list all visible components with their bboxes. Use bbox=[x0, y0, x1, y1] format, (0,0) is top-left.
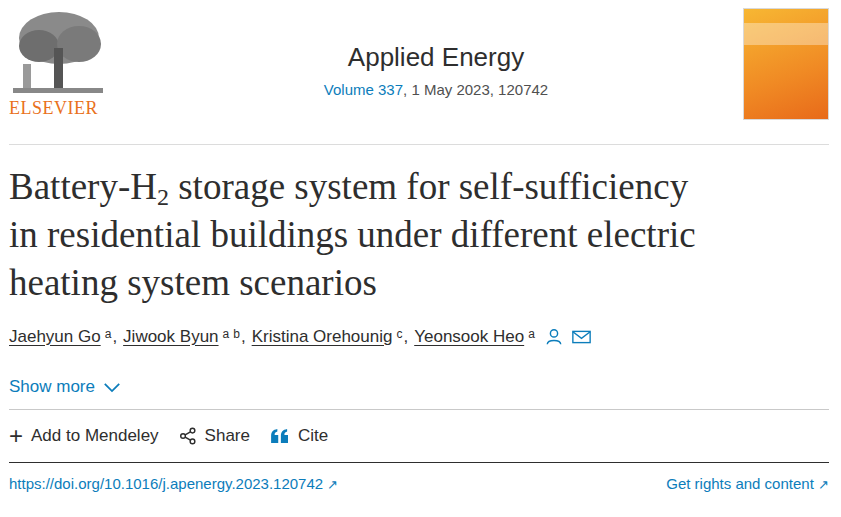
action-bar: +Add to Mendeley Share Cite bbox=[9, 410, 829, 462]
author-affiliation[interactable]: a bbox=[105, 327, 112, 341]
publisher-logo[interactable]: ELSEVIER bbox=[9, 8, 129, 144]
quote-icon bbox=[270, 428, 290, 444]
action-button[interactable]: Cite bbox=[270, 426, 328, 446]
action-button[interactable]: Share bbox=[179, 426, 250, 446]
author-name[interactable]: Jiwook Byun bbox=[123, 327, 218, 347]
tree-logo-icon bbox=[9, 8, 107, 96]
person-icon[interactable] bbox=[545, 328, 563, 346]
title-line: Battery-H2 storage system for self-suffi… bbox=[9, 163, 829, 211]
envelope-icon[interactable] bbox=[572, 330, 591, 344]
author-list: Jaehyun Goa,Jiwook Byunab,Kristina Oreho… bbox=[9, 327, 829, 347]
chevron-down-icon bbox=[103, 382, 121, 393]
author-name[interactable]: Jaehyun Go bbox=[9, 327, 101, 347]
link-row: https://doi.org/10.1016/j.apenergy.2023.… bbox=[9, 463, 829, 503]
journal-issue: Volume 337, 1 May 2023, 120742 bbox=[324, 81, 548, 98]
divider bbox=[9, 409, 829, 410]
title-line: in residential buildings under different… bbox=[9, 211, 829, 259]
share-icon bbox=[179, 427, 197, 445]
journal-cover[interactable] bbox=[743, 8, 829, 120]
rights-link[interactable]: Get rights and content ↗ bbox=[666, 475, 829, 492]
action-button[interactable]: +Add to Mendeley bbox=[9, 424, 159, 448]
divider bbox=[9, 462, 829, 463]
journal-name[interactable]: Applied Energy bbox=[348, 42, 524, 73]
show-more-button[interactable]: Show more bbox=[9, 375, 829, 399]
article-title: Battery-H2 storage system for self-suffi… bbox=[9, 163, 829, 307]
title-line: heating system scenarios bbox=[9, 259, 829, 307]
plus-icon: + bbox=[9, 424, 23, 448]
author-affiliation[interactable]: c bbox=[396, 327, 402, 341]
author-affiliation[interactable]: a bbox=[528, 327, 535, 341]
author: Yeonsook Heo a bbox=[414, 327, 591, 347]
journal-info: Applied Energy Volume 337, 1 May 2023, 12… bbox=[129, 8, 743, 144]
doi-link[interactable]: https://doi.org/10.1016/j.apenergy.2023.… bbox=[9, 475, 338, 492]
author: Kristina Orehounigc, bbox=[252, 327, 409, 347]
author-name[interactable]: Kristina Orehounig bbox=[252, 327, 393, 347]
author: Jiwook Byunab, bbox=[123, 327, 246, 347]
volume-link[interactable]: Volume 337 bbox=[324, 81, 403, 98]
publisher-name: ELSEVIER bbox=[9, 98, 98, 119]
cover-band bbox=[744, 23, 828, 45]
journal-header: ELSEVIER Applied Energy Volume 337, 1 May … bbox=[9, 0, 829, 145]
author-name[interactable]: Yeonsook Heo bbox=[414, 327, 524, 347]
article-page: ELSEVIER Applied Energy Volume 337, 1 May … bbox=[0, 0, 841, 517]
author: Jaehyun Goa, bbox=[9, 327, 117, 347]
author-affiliation[interactable]: ab bbox=[223, 327, 240, 341]
